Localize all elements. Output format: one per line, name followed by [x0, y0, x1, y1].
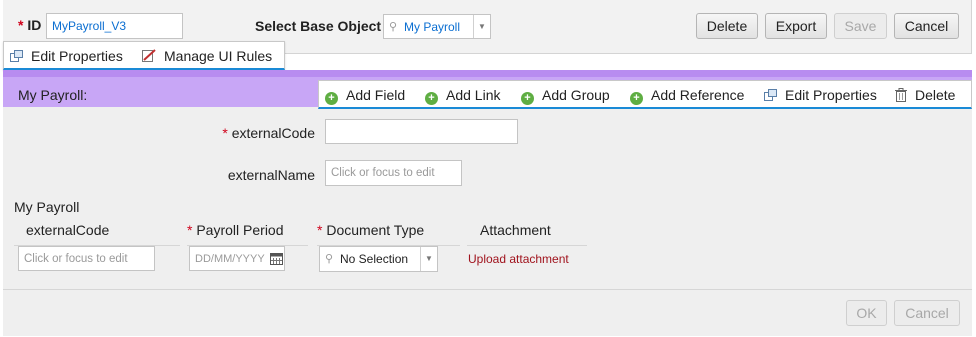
section-title: My Payroll:: [18, 87, 88, 103]
grid-title: My Payroll: [14, 199, 80, 215]
external-code-input[interactable]: [325, 119, 518, 144]
external-code-label-text: externalCode: [231, 125, 315, 141]
search-icon: ⚲: [325, 253, 334, 265]
menu-item-label: Manage UI Rules: [164, 48, 273, 64]
calendar-icon[interactable]: [270, 252, 283, 265]
footer-divider: [3, 289, 972, 290]
menu-item-edit-properties[interactable]: Edit Properties: [10, 47, 123, 65]
add-link-label: Add Link: [446, 87, 501, 103]
section-toolbar: + Add Field + Add Link + Add Group + Add Ref…: [318, 80, 972, 109]
payroll-period-text: Payroll Period: [196, 222, 284, 238]
menu-item-manage-ui-rules[interactable]: Manage UI Rules: [142, 47, 272, 65]
column-header-payroll-period: * Payroll Period: [187, 222, 308, 246]
plus-icon: +: [425, 92, 438, 105]
date-placeholder: DD/MM/YYYY: [195, 253, 265, 265]
plus-icon: +: [630, 92, 643, 105]
footer-cancel-button[interactable]: Cancel: [894, 300, 960, 326]
export-button[interactable]: Export: [765, 13, 827, 39]
add-group-button[interactable]: + Add Group: [521, 86, 610, 105]
trash-icon: [895, 88, 907, 102]
chevron-down-icon[interactable]: ▼: [420, 247, 437, 271]
document-type-select[interactable]: ⚲ No Selection ▼: [319, 246, 438, 272]
row-external-code-input[interactable]: Click or focus to edit: [18, 246, 155, 271]
document-type-text: Document Type: [326, 222, 425, 238]
ok-button[interactable]: OK: [846, 300, 887, 326]
add-reference-button[interactable]: + Add Reference: [630, 86, 744, 105]
cancel-button[interactable]: Cancel: [894, 13, 959, 39]
required-marker: *: [18, 17, 24, 33]
chevron-down-icon[interactable]: ▼: [473, 15, 490, 38]
column-header-attachment: Attachment: [467, 222, 587, 246]
add-link-button[interactable]: + Add Link: [425, 86, 500, 105]
id-label-group: * ID: [18, 17, 41, 33]
delete-label: Delete: [915, 87, 956, 103]
upload-attachment-link[interactable]: Upload attachment: [468, 252, 569, 266]
add-field-button[interactable]: + Add Field: [325, 86, 405, 105]
document-type-value: No Selection: [340, 252, 409, 266]
delete-button[interactable]: Delete: [696, 13, 758, 39]
edit-properties-icon: [764, 89, 777, 101]
required-marker: *: [222, 125, 228, 141]
add-group-label: Add Group: [542, 87, 610, 103]
required-marker: *: [187, 222, 193, 238]
base-object-select[interactable]: ⚲ My Payroll ▼: [383, 14, 491, 39]
search-icon: ⚲: [389, 21, 398, 33]
base-object-value: My Payroll: [404, 20, 461, 34]
external-name-label: externalName: [227, 167, 315, 183]
edit-properties-label: Edit Properties: [785, 87, 877, 103]
add-field-label: Add Field: [346, 87, 406, 103]
external-name-input[interactable]: Click or focus to edit: [325, 160, 462, 186]
payroll-period-date-input[interactable]: DD/MM/YYYY: [189, 246, 285, 271]
column-header-external-code: externalCode: [14, 222, 180, 246]
base-object-label: Select Base Object: [255, 18, 382, 34]
add-reference-label: Add Reference: [651, 87, 745, 103]
external-code-label: * externalCode: [200, 125, 315, 141]
edit-properties-button[interactable]: Edit Properties: [764, 86, 877, 104]
edit-properties-icon: [10, 50, 23, 62]
delete-section-button[interactable]: Delete: [895, 86, 955, 104]
plus-icon: +: [325, 92, 338, 105]
manage-rules-icon: [142, 49, 156, 62]
save-button[interactable]: Save: [834, 13, 887, 39]
menu-item-label: Edit Properties: [31, 48, 123, 64]
required-marker: *: [317, 222, 323, 238]
column-header-document-type: * Document Type: [317, 222, 460, 246]
object-actions-menu: Edit Properties Manage UI Rules: [3, 41, 285, 70]
plus-icon: +: [521, 92, 534, 105]
id-input[interactable]: MyPayroll_V3: [46, 13, 183, 39]
id-label: ID: [27, 17, 42, 33]
